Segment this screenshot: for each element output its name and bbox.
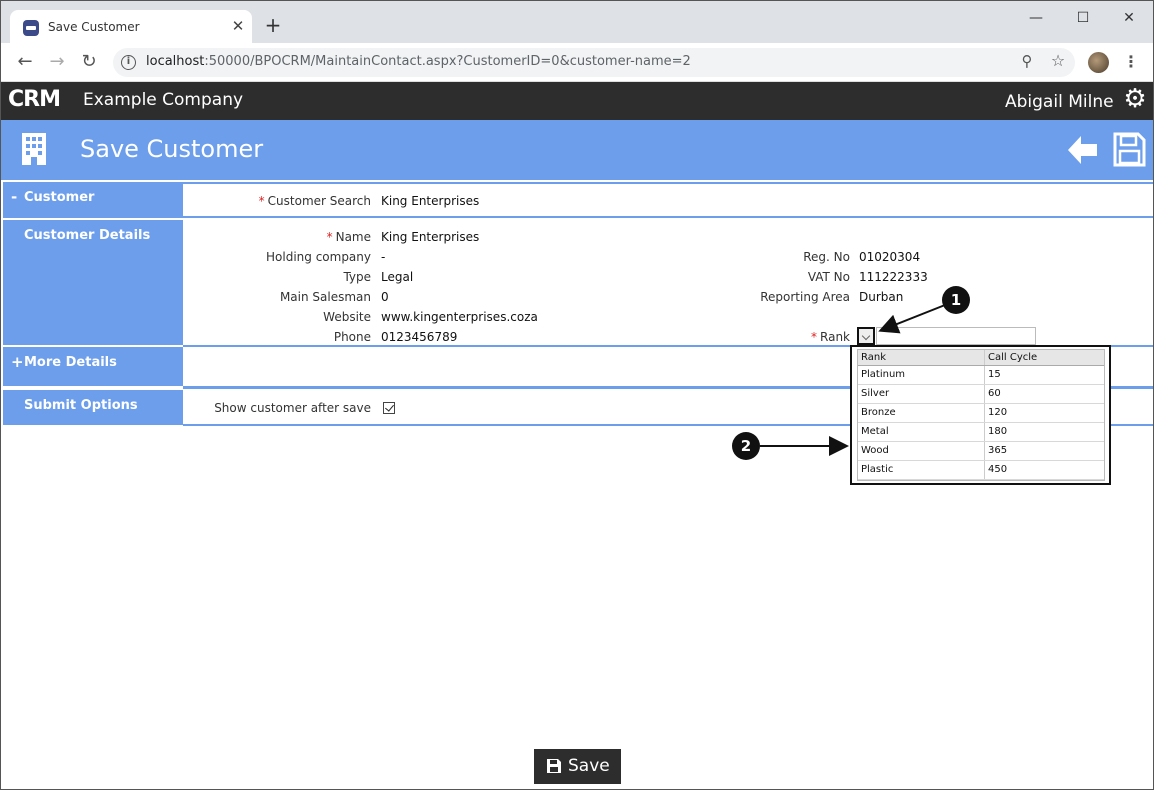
type-label: Type (343, 270, 371, 284)
show-after-save-label: Show customer after save (214, 401, 371, 415)
grid-row[interactable]: Bronze 120 (858, 404, 1104, 423)
grid-header-row: Rank Call Cycle (858, 350, 1104, 366)
save-disk-icon (547, 759, 561, 773)
grid-cell-call-cycle: 60 (988, 388, 1001, 399)
grid-row[interactable]: Wood 365 (858, 442, 1104, 461)
reload-icon[interactable]: ↻ (79, 52, 99, 72)
section-customer-details-label: Customer Details (24, 228, 151, 243)
customer-search-label: * Customer Search (258, 194, 371, 208)
app-header: CRM Example Company Abigail Milne ⚙ (1, 82, 1153, 120)
collapse-sign: - (11, 188, 18, 206)
section-customer[interactable]: - Customer (3, 182, 183, 218)
grid-row[interactable]: Silver 60 (858, 385, 1104, 404)
vat-no-label: VAT No (807, 270, 850, 284)
reg-no-label: Reg. No (803, 250, 850, 264)
grid-row[interactable]: Plastic 450 (858, 461, 1104, 480)
section-divider (183, 182, 1153, 184)
section-more-details-label: More Details (24, 355, 117, 370)
zoom-icon[interactable]: ⚲ (1018, 52, 1036, 70)
tab-close-icon[interactable]: ✕ (229, 17, 247, 35)
save-button[interactable]: Save (534, 749, 621, 784)
holding-company-value: - (381, 250, 386, 264)
show-after-save-checkbox[interactable] (383, 402, 395, 414)
grid-cell-call-cycle: 15 (988, 369, 1001, 380)
minimize-button[interactable]: — (1024, 8, 1048, 28)
back-arrow-icon[interactable]: ← (15, 52, 35, 72)
browser-toolbar: ← → ↻ i localhost:50000/BPOCRM/MaintainC… (1, 43, 1153, 82)
save-disk-icon[interactable] (1113, 132, 1146, 167)
rank-input[interactable] (876, 327, 1036, 345)
gear-icon[interactable]: ⚙ (1122, 86, 1148, 112)
crm-favicon-icon (23, 20, 39, 36)
close-window-button[interactable]: ✕ (1117, 8, 1141, 28)
grid-cell-rank: Platinum (858, 366, 985, 384)
grid-cell-call-cycle: 180 (988, 426, 1008, 437)
tab-strip: Save Customer ✕ + — ☐ ✕ (1, 1, 1153, 44)
forward-arrow-icon[interactable]: → (47, 52, 67, 72)
reporting-area-label: Reporting Area (760, 290, 850, 304)
rank-dropdown-grid: Rank Call Cycle Platinum 15 Silver 60 Br… (850, 345, 1111, 485)
info-icon[interactable]: i (121, 55, 136, 70)
grid-cell-rank: Plastic (858, 461, 985, 479)
website-label: Website (323, 310, 371, 324)
grid-row[interactable]: Platinum 15 (858, 366, 1104, 385)
section-submit-options-label: Submit Options (24, 398, 138, 413)
section-divider (183, 216, 1153, 218)
url-text: localhost:50000/BPOCRM/MaintainContact.a… (146, 54, 691, 69)
grid-cell-rank: Metal (858, 423, 985, 441)
tab-title: Save Customer (48, 20, 140, 34)
callout-2: 2 (732, 432, 760, 460)
grid-cell-rank: Bronze (858, 404, 985, 422)
section-customer-details: Customer Details (3, 220, 183, 345)
bookmark-star-icon[interactable]: ☆ (1049, 52, 1067, 70)
main-salesman-value: 0 (381, 290, 389, 304)
profile-avatar[interactable] (1088, 52, 1109, 73)
rank-label: * Rank (811, 330, 850, 344)
kebab-menu-icon[interactable]: ⋮ (1123, 52, 1139, 72)
expand-sign: + (11, 353, 24, 371)
grid-cell-call-cycle: 365 (988, 445, 1008, 456)
website-value[interactable]: www.kingenterprises.coza (381, 310, 538, 324)
grid-row[interactable]: Metal 180 (858, 423, 1104, 442)
callout-1: 1 (942, 286, 970, 314)
grid-header-rank[interactable]: Rank (858, 350, 985, 365)
crm-logo[interactable]: CRM (8, 88, 61, 112)
name-value: King Enterprises (381, 230, 480, 244)
section-submit-options: Submit Options (3, 390, 183, 425)
grid-header-call-cycle[interactable]: Call Cycle (985, 350, 1104, 365)
reporting-area-value: Durban (859, 290, 904, 304)
holding-company-label: Holding company (266, 250, 371, 264)
rank-grid-table: Rank Call Cycle Platinum 15 Silver 60 Br… (857, 349, 1105, 481)
reg-no-value: 01020304 (859, 250, 921, 264)
browser-tab[interactable]: Save Customer ✕ (10, 10, 252, 44)
building-icon (22, 133, 46, 165)
type-value: Legal (381, 270, 414, 284)
phone-value: 0123456789 (381, 330, 458, 344)
new-tab-button[interactable]: + (263, 15, 283, 35)
vat-no-value: 111222333 (859, 270, 928, 284)
address-bar[interactable]: i localhost:50000/BPOCRM/MaintainContact… (113, 48, 1075, 77)
name-label: * Name (326, 230, 371, 244)
main-salesman-label: Main Salesman (279, 290, 371, 304)
maximize-button[interactable]: ☐ (1071, 8, 1095, 28)
grid-cell-call-cycle: 450 (988, 464, 1008, 475)
section-customer-label: Customer (24, 190, 95, 205)
user-name[interactable]: Abigail Milne (1005, 92, 1114, 112)
save-button-label: Save (568, 756, 610, 776)
page-header: Save Customer (1, 120, 1153, 180)
phone-label: Phone (333, 330, 371, 344)
company-name: Example Company (83, 90, 244, 110)
grid-cell-rank: Silver (858, 385, 985, 403)
back-arrow-icon[interactable] (1065, 133, 1099, 167)
rank-dropdown-button[interactable] (857, 327, 875, 345)
section-more-details[interactable]: + More Details (3, 347, 183, 386)
grid-cell-call-cycle: 120 (988, 407, 1008, 418)
page-title: Save Customer (80, 135, 264, 163)
grid-cell-rank: Wood (858, 442, 985, 460)
customer-search-value[interactable]: King Enterprises (381, 194, 479, 208)
